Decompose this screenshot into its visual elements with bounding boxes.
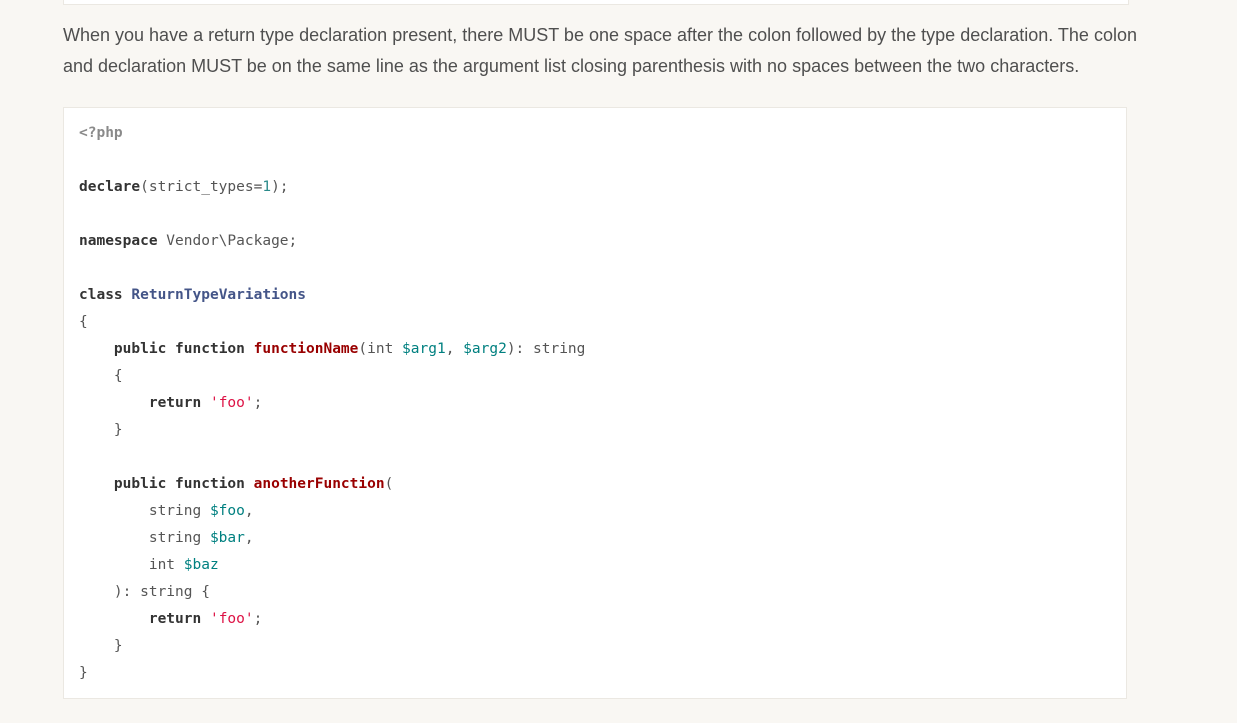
code-token: ): string — [506, 341, 586, 357]
code-line: string $foo, — [79, 498, 585, 525]
code-token: anotherFunction — [253, 476, 385, 492]
code-token: string — [79, 503, 210, 519]
code-block: <?php declare(strict_types=1); namespace V… — [63, 107, 1127, 699]
code-token: } — [79, 665, 88, 681]
code-token: public — [113, 341, 167, 357]
code-line: class ReturnTypeVariations — [79, 282, 585, 309]
code-token: return — [148, 395, 202, 411]
code-token: 'foo' — [209, 395, 254, 411]
code-token: , — [244, 503, 254, 519]
code-token: $baz — [183, 557, 219, 573]
code-line: string $bar, — [79, 525, 585, 552]
code-token: $bar — [209, 530, 245, 546]
code-token: { — [79, 368, 123, 384]
code-line: { — [79, 363, 585, 390]
code-token: $foo — [209, 503, 245, 519]
code-line: return 'foo'; — [79, 606, 585, 633]
code-line: return 'foo'; — [79, 390, 585, 417]
code-line: } — [79, 660, 585, 687]
code-token: class — [79, 287, 123, 303]
code-token: <?php — [79, 125, 123, 141]
code-line: } — [79, 633, 585, 660]
code-token: string — [79, 530, 210, 546]
code-line: public function functionName(int $arg1, … — [79, 336, 585, 363]
code-token: { — [79, 314, 88, 330]
code-line: public function anotherFunction( — [79, 471, 585, 498]
code-token: } — [79, 638, 123, 654]
code-line: ): string { — [79, 579, 585, 606]
code-token: public — [113, 476, 167, 492]
code-token: ); — [271, 179, 289, 195]
code-token: declare — [79, 179, 141, 195]
code-token: $arg1 — [402, 341, 446, 357]
previous-code-block — [63, 0, 1129, 5]
code-token: 1 — [262, 179, 272, 195]
code-token: namespace — [79, 233, 158, 249]
body-paragraph: When you have a return type declaration … — [63, 25, 1137, 76]
code-token: , — [445, 341, 464, 357]
code-token: } — [79, 422, 123, 438]
code-token: ( — [384, 476, 394, 492]
code-token: (int — [358, 341, 403, 357]
code-line: } — [79, 417, 585, 444]
code-line: { — [79, 309, 585, 336]
code-line: int $baz — [79, 552, 585, 579]
code-token: (strict_types= — [140, 179, 263, 195]
code-token: ; — [253, 611, 263, 627]
code-token: ; — [253, 395, 263, 411]
code-token: ): string { — [79, 584, 210, 600]
code-line: namespace Vendor\Package; — [79, 228, 585, 255]
code-token: ReturnTypeVariations — [131, 287, 306, 303]
code-token: functionName — [253, 341, 359, 357]
code-line: declare(strict_types=1); — [79, 174, 585, 201]
code-token: int — [79, 557, 184, 573]
php-code: <?php declare(strict_types=1); namespace V… — [79, 120, 585, 687]
code-token: , — [244, 530, 254, 546]
code-token: Vendor\Package; — [157, 233, 298, 249]
code-token: 'foo' — [209, 611, 254, 627]
code-token: $arg2 — [463, 341, 507, 357]
code-line: <?php — [79, 120, 585, 147]
code-token: function — [175, 341, 245, 357]
code-token: return — [148, 611, 202, 627]
code-token: function — [175, 476, 245, 492]
